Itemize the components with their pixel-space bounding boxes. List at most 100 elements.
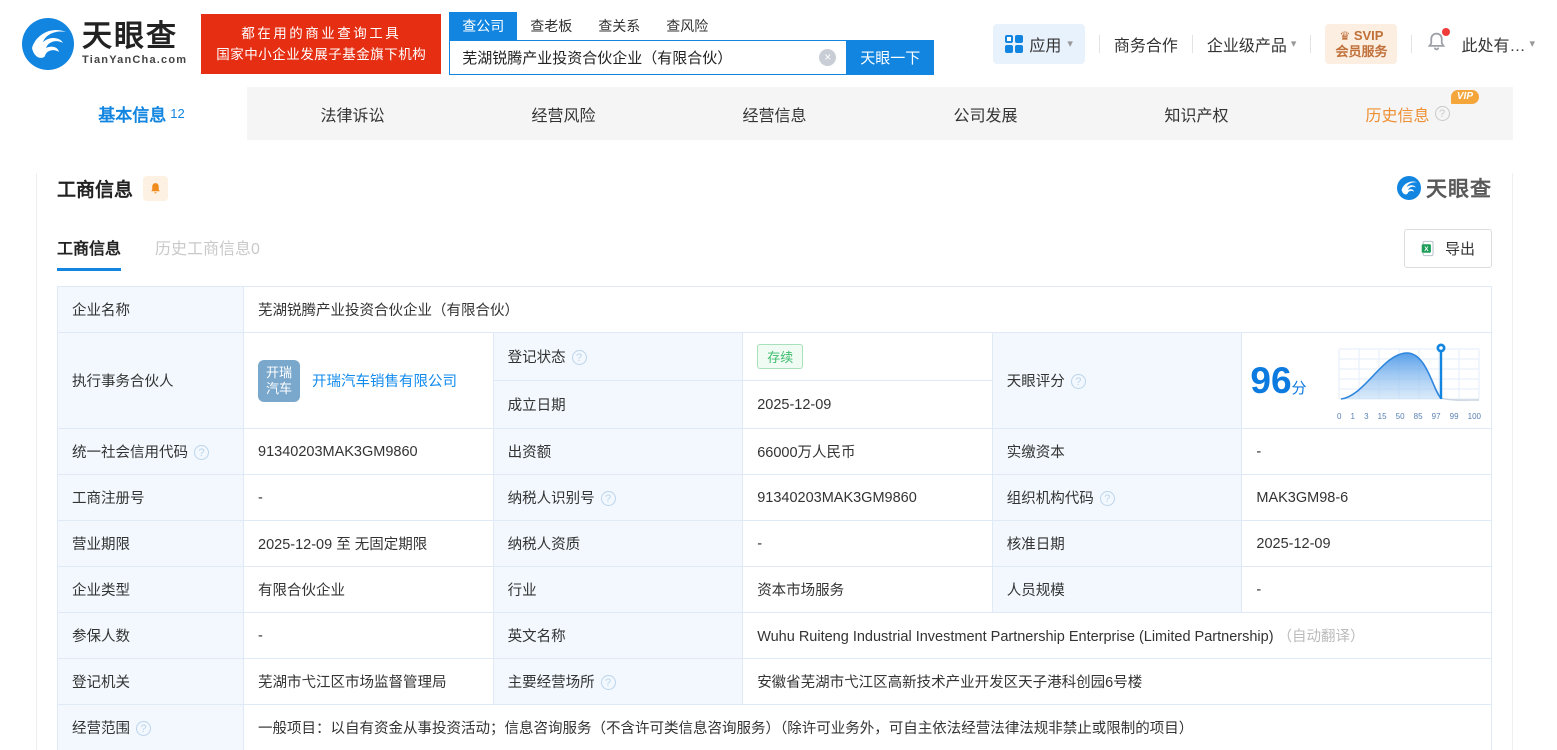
logo-text: 天眼查 TianYanCha.com <box>82 19 187 66</box>
notifications-button[interactable] <box>1426 27 1451 57</box>
promo-banner: 都在用的商业查询工具 国家中小企业发展子基金旗下机构 <box>201 13 442 74</box>
field-label: 主要经营场所? <box>492 658 744 705</box>
chevron-down-icon: ▾ <box>1290 38 1297 50</box>
apps-label: 应用 <box>1029 37 1062 55</box>
score-curve-chart <box>1338 343 1480 401</box>
registration-status-value: 存续 <box>742 332 993 381</box>
taxpayer-quality-value: - <box>742 520 993 567</box>
field-label: 登记机关 <box>57 658 244 705</box>
field-label: 人员规模 <box>991 566 1243 613</box>
nav-enterprise-products[interactable]: 企业级产品 ▾ <box>1207 32 1297 56</box>
field-label: 经营范围? <box>57 704 244 750</box>
field-label: 核准日期 <box>991 520 1243 567</box>
help-icon[interactable]: ? <box>600 491 616 506</box>
nav-business-cooperation[interactable]: 商务合作 <box>1114 32 1178 56</box>
table-row: 统一社会信用代码? 91340203MAK3GM9860 出资额 66000万人… <box>57 428 1492 475</box>
section-head: 工商信息 天眼查 <box>57 173 1492 203</box>
score-axis-labels: 01 3 15 50 85 97 99 100 <box>1337 411 1481 421</box>
field-label: 参保人数 <box>57 612 244 659</box>
partner-company-link[interactable]: 开瑞汽车销售有限公司 <box>312 370 457 391</box>
table-row: 企业名称 芜湖锐腾产业投资合伙企业（有限合伙） <box>57 286 1492 333</box>
search-tab-company[interactable]: 查公司 <box>449 12 518 40</box>
help-icon[interactable]: ? <box>1070 374 1086 389</box>
auto-translate-note: （自动翻译） <box>1277 629 1365 645</box>
svip-member-button[interactable]: ♛ SVIP 会员服务 <box>1325 23 1398 64</box>
field-label: 行业 <box>492 566 744 613</box>
english-name-value: Wuhu Ruiteng Industrial Investment Partn… <box>742 612 1492 659</box>
tianyancha-logo-icon <box>22 17 74 70</box>
notification-dot <box>1442 27 1451 36</box>
tab-history-info[interactable]: VIP 历史信息 ? <box>1302 87 1513 140</box>
subtab-business-info[interactable]: 工商信息 <box>57 235 122 271</box>
tianyancha-logo[interactable]: 天眼查 TianYanCha.com <box>22 17 187 70</box>
business-scope-value: 一般项目：以自有资金从事投资活动；信息咨询服务（不含许可类信息咨询服务）（除许可… <box>243 704 1492 750</box>
bell-icon <box>151 182 160 193</box>
search-input[interactable] <box>449 40 847 75</box>
field-label: 登记状态? <box>492 332 744 381</box>
table-row: 营业期限 2025-12-09 至 无固定期限 纳税人资质 - 核准日期 202… <box>57 520 1492 567</box>
status-badge: 存续 <box>757 344 804 369</box>
subscribe-bell-button[interactable] <box>143 175 169 201</box>
help-icon[interactable]: ? <box>194 445 209 460</box>
business-term-value: 2025-12-09 至 无固定期限 <box>243 520 494 567</box>
table-row: 执行事务合伙人 开瑞 汽车 开瑞汽车销售有限公司 登记状态? 存续 天眼评分 ?… <box>57 332 1492 429</box>
logo-title: 天眼查 <box>82 19 178 53</box>
tab-company-development[interactable]: 公司发展 <box>880 87 1091 140</box>
tab-count: 12 <box>170 106 185 121</box>
tab-legal-litigation[interactable]: 法律诉讼 <box>247 87 458 140</box>
score-distribution-chart: 01 3 15 50 85 97 99 100 <box>1335 341 1483 421</box>
reg-authority-value: 芜湖市弋江区市场监督管理局 <box>243 658 494 705</box>
chevron-down-icon: ▾ <box>1067 38 1073 50</box>
field-label: 企业名称 <box>57 286 244 333</box>
promo-line2: 国家中小企业发展子基金旗下机构 <box>216 46 427 62</box>
help-icon[interactable]: ? <box>136 721 151 736</box>
tab-operation-info[interactable]: 经营信息 <box>669 87 880 140</box>
insured-count-value: - <box>243 612 494 659</box>
search-tab-boss[interactable]: 查老板 <box>517 12 585 40</box>
search-tabs: 查公司 查老板 查关系 查风险 <box>449 12 934 40</box>
search-tab-relation[interactable]: 查关系 <box>585 12 653 40</box>
field-label: 纳税人识别号? <box>492 474 744 521</box>
tab-basic-info[interactable]: 基本信息 12 <box>36 87 247 140</box>
reg-number-value: - <box>243 474 494 521</box>
svip-label: SVIP <box>1353 27 1384 43</box>
search-tab-risk[interactable]: 查风险 <box>653 12 721 40</box>
apps-menu[interactable]: 应用 ▾ <box>993 23 1085 64</box>
page: 天眼查 TianYanCha.com 都在用的商业查询工具 国家中小企业发展子基… <box>0 0 1557 750</box>
table-row: 企业类型 有限合伙企业 行业 资本市场服务 人员规模 - <box>57 566 1492 613</box>
field-label: 统一社会信用代码? <box>57 428 244 475</box>
business-info-card: 工商信息 天眼查 工商信息 历史工商信息0 X 导出 企业名称 芜湖锐腾产业投资… <box>36 173 1513 750</box>
capital-value: 66000万人民币 <box>742 428 993 475</box>
divider <box>1098 34 1100 53</box>
section-title: 工商信息 <box>57 179 134 201</box>
establish-date-value: 2025-12-09 <box>742 380 993 429</box>
field-label: 营业期限 <box>57 520 244 567</box>
section-tab-bar: 基本信息 12 法律诉讼 经营风险 经营信息 公司发展 知识产权 VIP 历史信息… <box>36 87 1513 140</box>
field-label: 执行事务合伙人 <box>57 332 244 429</box>
subtab-history-business-info[interactable]: 历史工商信息0 <box>155 235 260 271</box>
search-bar: × 天眼一下 <box>449 40 935 75</box>
staff-size-value: - <box>1241 566 1492 613</box>
tab-operation-risk[interactable]: 经营风险 <box>458 87 669 140</box>
company-type-value: 有限合伙企业 <box>243 566 494 613</box>
help-icon[interactable]: ? <box>1434 106 1450 121</box>
paid-capital-value: - <box>1241 428 1492 475</box>
approval-date-value: 2025-12-09 <box>1241 520 1492 567</box>
business-place-value: 安徽省芜湖市弋江区高新技术产业开发区天子港科创园6号楼 <box>742 658 1492 705</box>
apps-grid-icon <box>1005 34 1024 53</box>
export-button[interactable]: X 导出 <box>1403 229 1492 268</box>
partner-company-logo: 开瑞 汽车 <box>258 359 300 402</box>
user-menu[interactable]: 此处有… ▾ <box>1461 32 1535 56</box>
help-icon[interactable]: ? <box>600 675 616 690</box>
field-label: 实缴资本 <box>991 428 1243 475</box>
search-block: 查公司 查老板 查关系 查风险 × 天眼一下 <box>449 12 935 75</box>
chevron-down-icon: ▾ <box>1529 38 1535 50</box>
field-label: 纳税人资质 <box>492 520 744 567</box>
tianyancha-watermark: 天眼查 <box>1397 173 1492 203</box>
search-button[interactable]: 天眼一下 <box>846 40 935 75</box>
help-icon[interactable]: ? <box>571 350 587 365</box>
tab-intellectual-property[interactable]: 知识产权 <box>1091 87 1302 140</box>
vip-badge: VIP <box>1450 90 1479 104</box>
help-icon[interactable]: ? <box>1099 491 1115 506</box>
business-info-table: 企业名称 芜湖锐腾产业投资合伙企业（有限合伙） 执行事务合伙人 开瑞 汽车 开瑞汽… <box>57 286 1492 750</box>
